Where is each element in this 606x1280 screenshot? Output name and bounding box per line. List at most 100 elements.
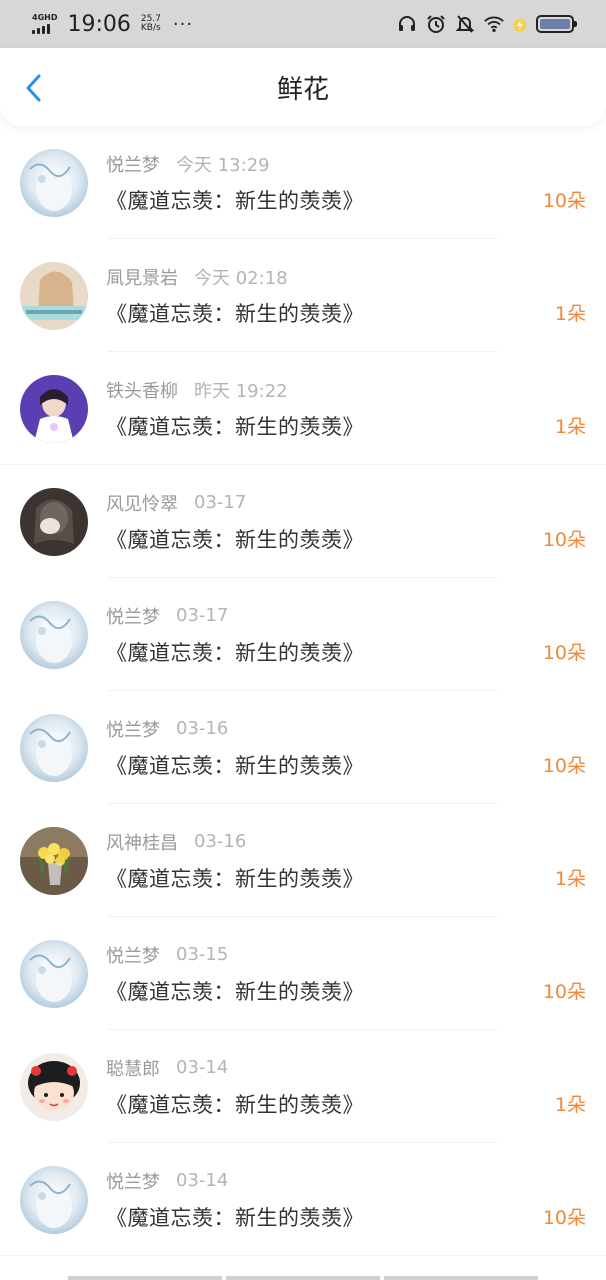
record-text: 凬見景岩 今天 02:18 《魔道忘羡：新生的羡羡》 bbox=[106, 264, 364, 328]
flower-record-row[interactable]: 风神桂昌 03-16 《魔道忘羡：新生的羡羡》 1朵 bbox=[0, 804, 606, 917]
user-avatar[interactable] bbox=[20, 148, 88, 217]
status-right bbox=[397, 14, 577, 34]
record-text: 铁头香柳 昨天 19:22 《魔道忘羡：新生的羡羡》 bbox=[106, 377, 364, 441]
user-name[interactable]: 凬見景岩 bbox=[106, 264, 178, 290]
record-time: 03-16 bbox=[194, 831, 247, 852]
flower-count: 10朵 bbox=[542, 1207, 586, 1229]
book-title[interactable]: 《魔道忘羡：新生的羡羡》 bbox=[106, 976, 364, 1006]
record-time: 03-14 bbox=[176, 1170, 229, 1191]
flower-count: 10朵 bbox=[542, 529, 586, 551]
signal-icon bbox=[32, 24, 50, 34]
wifi-icon bbox=[484, 14, 504, 34]
status-left: 4GHD 19:06 25.7 KB/s ··· bbox=[32, 12, 193, 37]
record-meta: 风神桂昌 03-16 bbox=[106, 829, 364, 855]
record-time: 03-16 bbox=[176, 718, 229, 739]
back-arrow-icon bbox=[26, 74, 41, 102]
record-text: 风见怜翠 03-17 《魔道忘羡：新生的羡羡》 bbox=[106, 490, 364, 554]
record-meta: 聪慧郎 03-14 bbox=[106, 1055, 364, 1081]
flower-record-list: 悦兰梦 今天 13:29 《魔道忘羡：新生的羡羡》 10朵 凬見景岩 今天 02… bbox=[0, 126, 606, 1256]
record-text: 悦兰梦 03-16 《魔道忘羡：新生的羡羡》 bbox=[106, 716, 364, 780]
record-meta: 凬見景岩 今天 02:18 bbox=[106, 264, 364, 290]
network-speed: 25.7 KB/s bbox=[141, 15, 161, 33]
flower-record-row[interactable]: 聪慧郎 03-14 《魔道忘羡：新生的羡羡》 1朵 bbox=[0, 1030, 606, 1143]
user-avatar[interactable] bbox=[20, 374, 88, 443]
book-title[interactable]: 《魔道忘羡：新生的羡羡》 bbox=[106, 298, 364, 328]
record-time: 03-14 bbox=[176, 1057, 229, 1078]
record-text: 悦兰梦 03-17 《魔道忘羡：新生的羡羡》 bbox=[106, 603, 364, 667]
book-title[interactable]: 《魔道忘羡：新生的羡羡》 bbox=[106, 411, 364, 441]
user-name[interactable]: 悦兰梦 bbox=[106, 1168, 160, 1194]
user-avatar[interactable] bbox=[20, 261, 88, 330]
flower-count: 10朵 bbox=[542, 190, 586, 212]
user-avatar[interactable] bbox=[20, 487, 88, 556]
flower-count: 1朵 bbox=[554, 1094, 586, 1116]
mute-bell-icon bbox=[455, 14, 475, 34]
flower-count: 10朵 bbox=[542, 981, 586, 1003]
record-text: 聪慧郎 03-14 《魔道忘羡：新生的羡羡》 bbox=[106, 1055, 364, 1119]
book-title[interactable]: 《魔道忘羡：新生的羡羡》 bbox=[106, 524, 364, 554]
flower-record-row[interactable]: 风见怜翠 03-17 《魔道忘羡：新生的羡羡》 10朵 bbox=[0, 465, 606, 578]
record-time: 今天 13:29 bbox=[176, 154, 270, 176]
alarm-icon bbox=[426, 14, 446, 34]
record-text: 悦兰梦 今天 13:29 《魔道忘羡：新生的羡羡》 bbox=[106, 151, 364, 215]
flower-count: 1朵 bbox=[554, 868, 586, 890]
record-meta: 风见怜翠 03-17 bbox=[106, 490, 364, 516]
charging-icon bbox=[513, 17, 527, 32]
user-name[interactable]: 悦兰梦 bbox=[106, 716, 160, 742]
flower-record-row[interactable]: 悦兰梦 03-16 《魔道忘羡：新生的羡羡》 10朵 bbox=[0, 691, 606, 804]
record-text: 悦兰梦 03-15 《魔道忘羡：新生的羡羡》 bbox=[106, 942, 364, 1006]
user-name[interactable]: 风见怜翠 bbox=[106, 490, 178, 516]
record-text: 悦兰梦 03-14 《魔道忘羡：新生的羡羡》 bbox=[106, 1168, 364, 1232]
flower-count: 1朵 bbox=[554, 416, 586, 438]
flower-record-row[interactable]: 铁头香柳 昨天 19:22 《魔道忘羡：新生的羡羡》 1朵 bbox=[0, 352, 606, 465]
user-avatar[interactable] bbox=[20, 600, 88, 669]
user-name[interactable]: 聪慧郎 bbox=[106, 1055, 160, 1081]
user-name[interactable]: 风神桂昌 bbox=[106, 829, 178, 855]
flower-record-row[interactable]: 悦兰梦 03-14 《魔道忘羡：新生的羡羡》 10朵 bbox=[0, 1143, 606, 1256]
user-name[interactable]: 铁头香柳 bbox=[106, 377, 178, 403]
user-name[interactable]: 悦兰梦 bbox=[106, 603, 160, 629]
status-bar: 4GHD 19:06 25.7 KB/s ··· bbox=[0, 0, 606, 48]
record-time: 03-17 bbox=[176, 605, 229, 626]
page-title: 鲜花 bbox=[276, 74, 329, 105]
battery-icon bbox=[536, 15, 577, 33]
record-meta: 悦兰梦 03-15 bbox=[106, 942, 364, 968]
book-title[interactable]: 《魔道忘羡：新生的羡羡》 bbox=[106, 1089, 364, 1119]
app-header: 鲜花 bbox=[0, 48, 606, 126]
record-meta: 悦兰梦 今天 13:29 bbox=[106, 151, 364, 177]
headphones-icon bbox=[397, 14, 417, 34]
more-notifications-icon: ··· bbox=[172, 13, 194, 35]
record-meta: 悦兰梦 03-16 bbox=[106, 716, 364, 742]
record-meta: 悦兰梦 03-17 bbox=[106, 603, 364, 629]
user-avatar[interactable] bbox=[20, 1052, 88, 1121]
user-avatar[interactable] bbox=[20, 713, 88, 782]
book-title[interactable]: 《魔道忘羡：新生的羡羡》 bbox=[106, 185, 364, 215]
record-meta: 悦兰梦 03-14 bbox=[106, 1168, 364, 1194]
flower-count: 1朵 bbox=[554, 303, 586, 325]
book-title[interactable]: 《魔道忘羡：新生的羡羡》 bbox=[106, 1202, 364, 1232]
book-title[interactable]: 《魔道忘羡：新生的羡羡》 bbox=[106, 750, 364, 780]
user-avatar[interactable] bbox=[20, 826, 88, 895]
book-title[interactable]: 《魔道忘羡：新生的羡羡》 bbox=[106, 863, 364, 893]
flower-count: 10朵 bbox=[542, 755, 586, 777]
record-time: 昨天 19:22 bbox=[194, 380, 288, 402]
screen: 4GHD 19:06 25.7 KB/s ··· 鲜花 悦兰梦 今天 13:29… bbox=[0, 0, 606, 1280]
record-time: 03-15 bbox=[176, 944, 229, 965]
record-text: 风神桂昌 03-16 《魔道忘羡：新生的羡羡》 bbox=[106, 829, 364, 893]
user-avatar[interactable] bbox=[20, 939, 88, 1008]
record-meta: 铁头香柳 昨天 19:22 bbox=[106, 377, 364, 403]
record-time: 03-17 bbox=[194, 492, 247, 513]
flower-record-row[interactable]: 悦兰梦 03-15 《魔道忘羡：新生的羡羡》 10朵 bbox=[0, 917, 606, 1030]
record-time: 今天 02:18 bbox=[194, 267, 288, 289]
user-avatar[interactable] bbox=[20, 1165, 88, 1234]
book-title[interactable]: 《魔道忘羡：新生的羡羡》 bbox=[106, 637, 364, 667]
status-time: 19:06 bbox=[67, 11, 131, 37]
user-name[interactable]: 悦兰梦 bbox=[106, 151, 160, 177]
back-button[interactable] bbox=[14, 68, 54, 108]
user-name[interactable]: 悦兰梦 bbox=[106, 942, 160, 968]
next-row-peek bbox=[68, 1276, 538, 1280]
flower-record-row[interactable]: 凬見景岩 今天 02:18 《魔道忘羡：新生的羡羡》 1朵 bbox=[0, 239, 606, 352]
flower-record-row[interactable]: 悦兰梦 03-17 《魔道忘羡：新生的羡羡》 10朵 bbox=[0, 578, 606, 691]
network-speed-unit: KB/s bbox=[140, 23, 161, 33]
flower-record-row[interactable]: 悦兰梦 今天 13:29 《魔道忘羡：新生的羡羡》 10朵 bbox=[0, 126, 606, 239]
